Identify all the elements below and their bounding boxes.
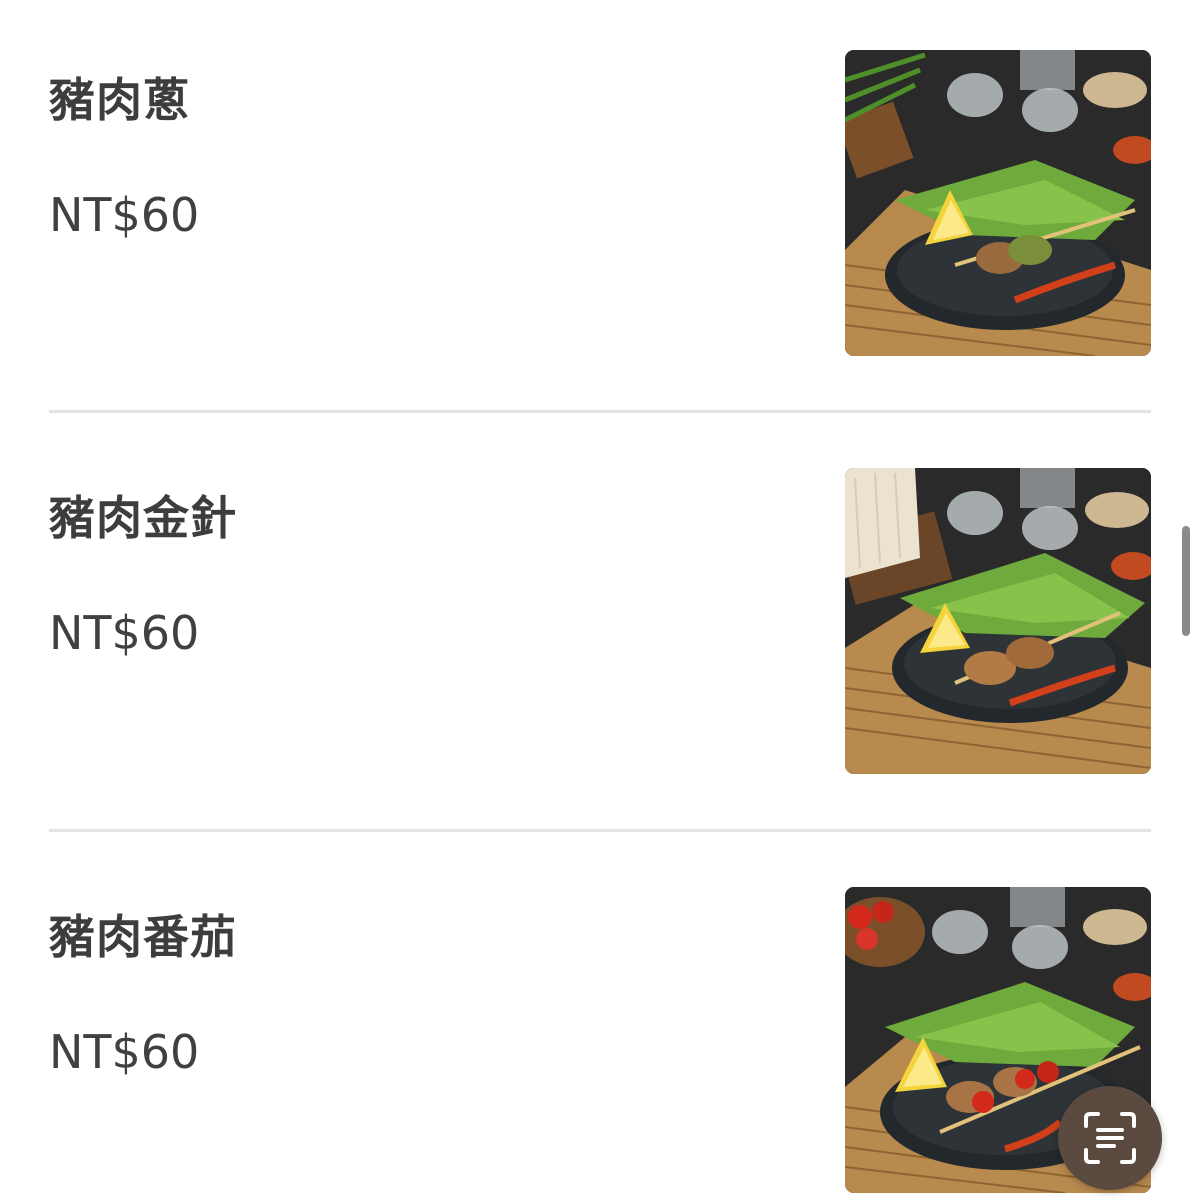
menu-item[interactable]: 豬肉番茄 NT$60 [49, 887, 1151, 1193]
item-name: 豬肉蔥 [49, 73, 190, 127]
menu-page: 豬肉蔥 NT$60 豬肉金針 NT$60 豬肉番茄 NT$60 [0, 0, 1200, 1200]
menu-item[interactable]: 豬肉金針 NT$60 [49, 468, 1151, 774]
text-scan-icon [1084, 1112, 1136, 1164]
item-name: 豬肉番茄 [49, 910, 237, 964]
item-price: NT$60 [49, 188, 200, 242]
item-photo[interactable] [845, 50, 1151, 356]
divider [49, 829, 1151, 832]
item-price: NT$60 [49, 606, 200, 660]
menu-item[interactable]: 豬肉蔥 NT$60 [49, 50, 1151, 356]
scrollbar[interactable] [1182, 526, 1190, 636]
item-price: NT$60 [49, 1025, 200, 1079]
text-scan-button[interactable] [1058, 1086, 1162, 1190]
item-photo[interactable] [845, 468, 1151, 774]
item-name: 豬肉金針 [49, 491, 237, 545]
divider [49, 410, 1151, 413]
